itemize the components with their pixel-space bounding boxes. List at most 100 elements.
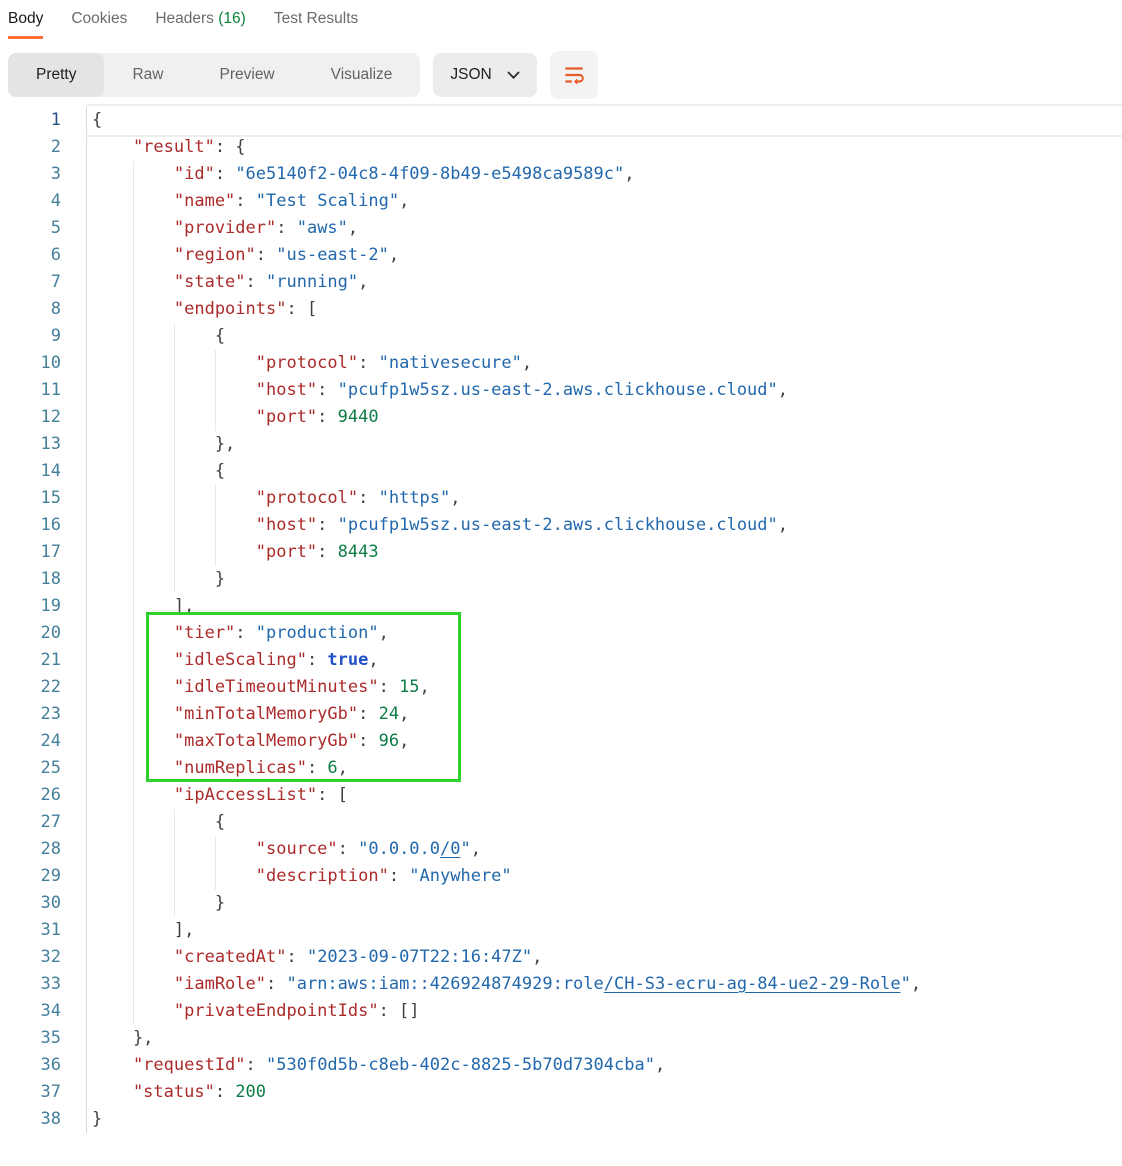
line-number: 30 [0,890,87,917]
line-number: 23 [0,701,87,728]
line-number: 18 [0,566,87,593]
line-number: 24 [0,728,87,755]
code-line-content: "requestId": "530f0d5b-c8eb-402c-8825-5b… [87,1052,665,1079]
code-line-content: "iamRole": "arn:aws:iam::426924874929:ro… [87,971,921,998]
code-line-content: "protocol": "nativesecure", [87,350,532,377]
code-line: 3"id": "6e5140f2-04c8-4f09-8b49-e5498ca9… [0,161,1122,188]
line-number: 26 [0,782,87,809]
code-line: 5"provider": "aws", [0,215,1122,242]
response-body-editor[interactable]: 1{2"result": {3"id": "6e5140f2-04c8-4f09… [0,107,1122,1133]
line-number: 35 [0,1025,87,1052]
wrap-text-button[interactable] [550,51,598,99]
code-line-content: "ipAccessList": [ [87,782,348,809]
code-line: 26"ipAccessList": [ [0,782,1122,809]
code-line: 4"name": "Test Scaling", [0,188,1122,215]
line-number: 32 [0,944,87,971]
line-number: 6 [0,242,87,269]
code-line: 30} [0,890,1122,917]
tab-body-label: Body [8,10,43,27]
line-number: 37 [0,1079,87,1106]
code-line: 38} [0,1106,1122,1133]
code-line: 2"result": { [0,134,1122,161]
code-line-content: "endpoints": [ [87,296,317,323]
code-line: 34"privateEndpointIds": [] [0,998,1122,1025]
line-number: 22 [0,674,87,701]
code-line-content: { [87,323,225,350]
code-line: 18} [0,566,1122,593]
code-line: 33"iamRole": "arn:aws:iam::426924874929:… [0,971,1122,998]
tab-cookies-label: Cookies [71,10,127,27]
line-number: 7 [0,269,87,296]
line-number: 20 [0,620,87,647]
tab-test-results[interactable]: Test Results [274,8,358,39]
code-line: 24"maxTotalMemoryGb": 96, [0,728,1122,755]
code-line-content: "minTotalMemoryGb": 24, [87,701,409,728]
code-line: 21"idleScaling": true, [0,647,1122,674]
line-number: 8 [0,296,87,323]
view-pretty-button[interactable]: Pretty [8,53,104,97]
line-number: 29 [0,863,87,890]
code-line-content: "host": "pcufp1w5sz.us-east-2.aws.clickh… [87,377,788,404]
line-number: 9 [0,323,87,350]
code-line-content: "id": "6e5140f2-04c8-4f09-8b49-e5498ca95… [87,161,635,188]
line-number: 28 [0,836,87,863]
view-raw-button[interactable]: Raw [104,53,191,97]
code-line: 15"protocol": "https", [0,485,1122,512]
code-line-content: "idleTimeoutMinutes": 15, [87,674,430,701]
line-number: 10 [0,350,87,377]
code-line-content: "protocol": "https", [87,485,461,512]
code-line: 11"host": "pcufp1w5sz.us-east-2.aws.clic… [0,377,1122,404]
line-number: 25 [0,755,87,782]
line-number: 11 [0,377,87,404]
code-line: 36"requestId": "530f0d5b-c8eb-402c-8825-… [0,1052,1122,1079]
language-select-value: JSON [450,66,491,84]
code-line-content: ], [87,917,194,944]
code-line-content: "result": { [87,134,246,161]
tab-headers[interactable]: Headers (16) [155,8,245,39]
tab-headers-label: Headers [155,10,214,27]
code-line-content: "description": "Anywhere" [87,863,512,890]
code-line-content: }, [87,431,235,458]
code-line: 27{ [0,809,1122,836]
line-number: 16 [0,512,87,539]
tab-test-results-label: Test Results [274,10,358,27]
code-line-content: "maxTotalMemoryGb": 96, [87,728,409,755]
line-number: 17 [0,539,87,566]
body-view-toolbar: Pretty Raw Preview Visualize JSON [8,53,1122,97]
code-line: 8"endpoints": [ [0,296,1122,323]
view-visualize-button[interactable]: Visualize [303,53,421,97]
line-number: 34 [0,998,87,1025]
code-line: 10"protocol": "nativesecure", [0,350,1122,377]
line-number: 33 [0,971,87,998]
code-line: 1{ [0,107,1122,134]
code-lines: 1{2"result": {3"id": "6e5140f2-04c8-4f09… [0,107,1122,1133]
line-number: 14 [0,458,87,485]
code-line-content: } [87,890,225,917]
code-line: 28"source": "0.0.0.0/0", [0,836,1122,863]
code-line-content: "tier": "production", [87,620,389,647]
headers-count-badge: (16) [218,10,246,27]
view-preview-button[interactable]: Preview [192,53,303,97]
line-number: 27 [0,809,87,836]
code-line: 6"region": "us-east-2", [0,242,1122,269]
code-line: 16"host": "pcufp1w5sz.us-east-2.aws.clic… [0,512,1122,539]
code-line: 32"createdAt": "2023-09-07T22:16:47Z", [0,944,1122,971]
code-line-content: "port": 9440 [87,404,379,431]
code-line: 22"idleTimeoutMinutes": 15, [0,674,1122,701]
view-mode-segmented-control: Pretty Raw Preview Visualize [8,53,420,97]
code-line-content: ], [87,593,194,620]
code-line-content: "name": "Test Scaling", [87,188,409,215]
line-number: 4 [0,188,87,215]
code-line: 7"state": "running", [0,269,1122,296]
code-line-content: { [87,809,225,836]
response-tabs: Body Cookies Headers (16) Test Results [0,0,1122,39]
code-line-content: "privateEndpointIds": [] [87,998,420,1025]
code-line-content: "host": "pcufp1w5sz.us-east-2.aws.clickh… [87,512,788,539]
code-line-content: { [87,458,225,485]
tab-body[interactable]: Body [8,8,43,39]
language-select-dropdown[interactable]: JSON [433,53,536,97]
line-number: 1 [0,107,87,134]
code-line-content: "state": "running", [87,269,368,296]
tab-cookies[interactable]: Cookies [71,8,127,39]
line-number: 21 [0,647,87,674]
